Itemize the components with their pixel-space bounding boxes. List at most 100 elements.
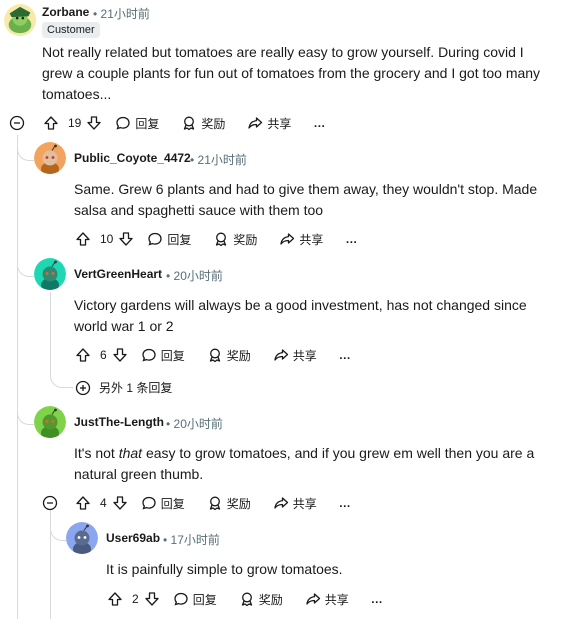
avatar[interactable]: [34, 406, 66, 438]
award-button[interactable]: 奖励: [213, 231, 257, 248]
snoo-avatar-icon: [66, 522, 98, 554]
downvote-icon[interactable]: [85, 114, 103, 132]
reply-button[interactable]: 回复: [141, 495, 185, 512]
reply-button[interactable]: 回复: [147, 231, 191, 248]
collapse-thread-icon[interactable]: [9, 115, 25, 131]
comment-bubble-icon: [173, 591, 189, 607]
share-label: 共享: [267, 116, 292, 131]
share-label: 共享: [292, 496, 317, 511]
comment-line: grew a couple plants for fun out of toma…: [42, 65, 541, 81]
comment-line: It's not that easy to grow tomatoes, and…: [74, 443, 534, 464]
comment-line: Victory gardens will always be a good in…: [74, 297, 527, 313]
user-flair: Customer: [42, 22, 100, 38]
share-button[interactable]: 共享: [279, 231, 323, 248]
more-options-button[interactable]: …: [371, 592, 383, 606]
comment-timestamp[interactable]: • 20小时前: [166, 415, 223, 432]
comment-body: It's not that easy to grow tomatoes, and…: [74, 443, 534, 485]
snoo-avatar-icon: [34, 142, 66, 174]
award-label: 奖励: [233, 232, 258, 247]
upvote-icon[interactable]: [74, 494, 92, 512]
more-options-button[interactable]: …: [339, 348, 351, 362]
comment-timestamp[interactable]: • 20小时前: [166, 267, 223, 284]
share-label: 共享: [324, 592, 349, 607]
award-label: 奖励: [226, 496, 251, 511]
more-replies-button[interactable]: 另外 1 条回复: [75, 379, 172, 396]
award-icon: [239, 591, 255, 607]
comment-actions: 4 回复 奖励 共享 …: [74, 491, 351, 515]
comment-body: Same. Grew 6 plants and had to give them…: [74, 179, 537, 221]
reply-label: 回复: [160, 348, 185, 363]
downvote-icon[interactable]: [143, 590, 161, 608]
thread-curve-more: [50, 340, 73, 388]
award-icon: [213, 231, 229, 247]
award-button[interactable]: 奖励: [181, 115, 225, 132]
text-run: It's not: [74, 445, 119, 461]
comment-timestamp[interactable]: • 21小时前: [190, 151, 247, 168]
comment-timestamp[interactable]: • 17小时前: [163, 531, 220, 548]
comment-timestamp[interactable]: • 21小时前: [93, 5, 150, 22]
award-icon: [207, 495, 223, 511]
upvote-icon[interactable]: [106, 590, 124, 608]
comment-bubble-icon: [147, 231, 163, 247]
downvote-icon[interactable]: [117, 230, 135, 248]
comment-bubble-icon: [115, 115, 131, 131]
reply-label: 回复: [135, 116, 160, 131]
reply-button[interactable]: 回复: [141, 347, 185, 364]
comment-line: Same. Grew 6 plants and had to give them…: [74, 181, 538, 197]
text-run: easy to grow tomatoes, and if you grew e…: [142, 445, 535, 461]
comment-author[interactable]: VertGreenHeart: [74, 267, 162, 281]
comment-bubble-icon: [141, 495, 157, 511]
avatar[interactable]: [34, 258, 66, 290]
comment-author[interactable]: Zorbane: [42, 5, 89, 19]
upvote-icon[interactable]: [42, 114, 60, 132]
share-icon: [273, 347, 289, 363]
share-button[interactable]: 共享: [273, 495, 317, 512]
thread-curve-2: [17, 160, 34, 277]
thread-curve-1: [17, 135, 34, 161]
vote-count: 4: [100, 496, 107, 510]
avatar[interactable]: [66, 522, 98, 554]
avatar[interactable]: [34, 142, 66, 174]
vote-count: 10: [100, 232, 114, 246]
avatar[interactable]: [4, 4, 38, 38]
more-options-button[interactable]: …: [345, 232, 357, 246]
reply-button[interactable]: 回复: [173, 591, 217, 608]
more-options-button[interactable]: …: [313, 116, 325, 130]
vote-count: 6: [100, 348, 107, 362]
share-button[interactable]: 共享: [273, 347, 317, 364]
comment-line: Not really related but tomatoes are real…: [42, 44, 524, 60]
comment-line: It is painfully simple to grow tomatoes.: [106, 561, 343, 577]
award-button[interactable]: 奖励: [207, 347, 251, 364]
comment-author[interactable]: Public_Coyote_4472: [74, 151, 191, 165]
thread-curve-3: [17, 276, 34, 425]
award-label: 奖励: [201, 116, 226, 131]
award-label: 奖励: [258, 592, 283, 607]
comment-body: It is painfully simple to grow tomatoes.: [106, 559, 343, 580]
share-icon: [273, 495, 289, 511]
collapse-thread-icon[interactable]: [42, 495, 58, 511]
share-label: 共享: [299, 232, 324, 247]
downvote-icon[interactable]: [111, 346, 129, 364]
award-button[interactable]: 奖励: [207, 495, 251, 512]
share-button[interactable]: 共享: [305, 591, 349, 608]
share-icon: [279, 231, 295, 247]
award-label: 奖励: [226, 348, 251, 363]
reply-label: 回复: [167, 232, 192, 247]
comment-body: Victory gardens will always be a good in…: [74, 295, 527, 337]
share-button[interactable]: 共享: [247, 115, 291, 132]
more-options-button[interactable]: …: [339, 496, 351, 510]
comment-line: tomatoes...: [42, 86, 112, 102]
upvote-icon[interactable]: [74, 346, 92, 364]
emphasis-text: that: [118, 445, 143, 461]
comment-author[interactable]: User69ab: [106, 531, 160, 545]
award-button[interactable]: 奖励: [239, 591, 283, 608]
award-icon: [207, 347, 223, 363]
award-icon: [181, 115, 197, 131]
comment-line: natural green thumb.: [74, 466, 204, 482]
downvote-icon[interactable]: [111, 494, 129, 512]
comment-line: salsa and spaghetti sauce with them too: [74, 202, 324, 218]
reply-button[interactable]: 回复: [115, 115, 159, 132]
comment-author[interactable]: JustThe-Length: [74, 415, 164, 429]
reply-label: 回复: [160, 496, 185, 511]
upvote-icon[interactable]: [74, 230, 92, 248]
